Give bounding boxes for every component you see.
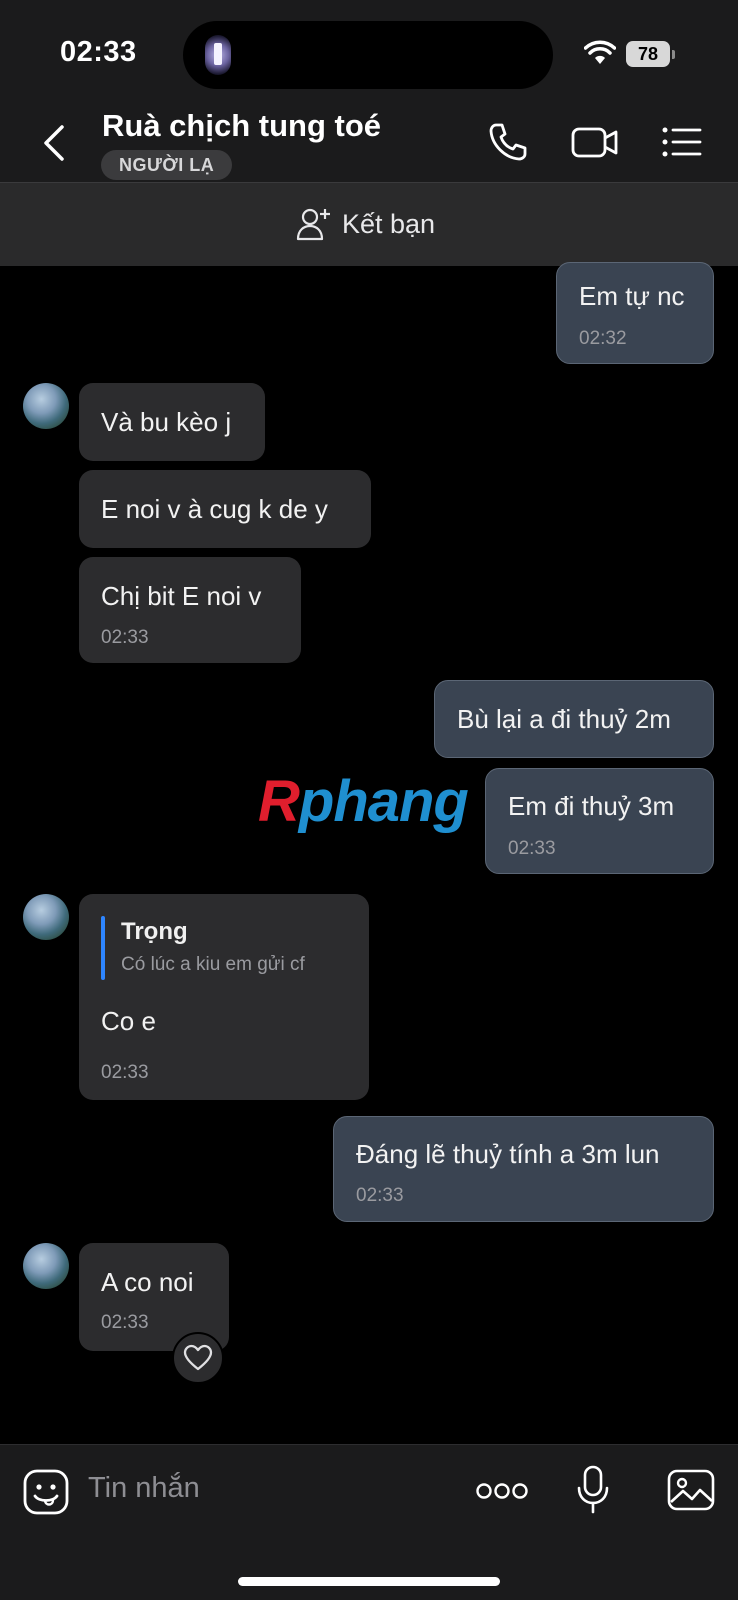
quoted-sender: Trọng (121, 918, 188, 945)
message-bubble[interactable]: Đáng lẽ thuỷ tính a 3m lun 02:33 (333, 1116, 714, 1222)
message-bubble[interactable]: Em tự nc 02:32 (556, 262, 714, 364)
message-text: A co noi (101, 1267, 194, 1297)
battery-indicator: 78 (626, 41, 675, 67)
flashlight-icon (205, 35, 231, 75)
contact-name[interactable]: Ruà chịch tung toé (102, 108, 381, 144)
message-text: Đáng lẽ thuỷ tính a 3m lun (356, 1139, 660, 1169)
message-time: 02:33 (356, 1185, 404, 1206)
message-composer: Tin nhắn (0, 1444, 738, 1600)
home-indicator[interactable] (238, 1577, 500, 1586)
message-text: Co e (101, 1006, 156, 1036)
wifi-icon (584, 40, 616, 64)
dynamic-island (183, 21, 553, 89)
status-time: 02:33 (60, 36, 137, 68)
avatar[interactable] (23, 894, 69, 940)
message-input[interactable]: Tin nhắn (88, 1472, 200, 1505)
phone-icon[interactable] (486, 120, 530, 164)
message-time: 02:33 (508, 838, 556, 859)
sticker-icon[interactable] (23, 1469, 69, 1515)
quoted-text: Có lúc a kiu em gửi cf (121, 954, 305, 975)
microphone-icon[interactable] (576, 1465, 610, 1515)
message-bubble[interactable]: Bù lại a đi thuỷ 2m (434, 680, 714, 758)
add-friend-label: Kết bạn (342, 208, 436, 239)
watermark-logo: Rphang (258, 769, 469, 834)
stranger-badge: NGƯỜI LẠ (101, 150, 233, 180)
message-text: Và bu kèo j (101, 407, 232, 437)
message-bubble[interactable]: Chị bit E noi v 02:33 (79, 557, 301, 663)
message-time: 02:33 (101, 627, 149, 648)
message-time: 02:33 (101, 1062, 149, 1083)
message-text: Bù lại a đi thuỷ 2m (457, 704, 671, 734)
heart-reaction[interactable] (172, 1332, 224, 1384)
top-bar: 02:33 78 Ruà chịch tung toé NGƯỜI LẠ (0, 0, 738, 182)
heart-icon (183, 1344, 213, 1371)
message-bubble[interactable]: E noi v à cug k de y (79, 470, 371, 548)
message-text: E noi v à cug k de y (101, 494, 328, 524)
image-icon[interactable] (667, 1469, 715, 1511)
back-icon[interactable] (40, 122, 70, 164)
menu-list-icon[interactable] (660, 120, 704, 164)
quote-bar (101, 916, 105, 980)
avatar[interactable] (23, 383, 69, 429)
avatar[interactable] (23, 1243, 69, 1289)
message-text: Em đi thuỷ 3m (508, 791, 675, 821)
message-text: Em tự nc (579, 281, 685, 311)
message-bubble[interactable]: Và bu kèo j (79, 383, 265, 461)
reply-message-bubble[interactable]: Trọng Có lúc a kiu em gửi cf Co e 02:33 (79, 894, 369, 1100)
add-friend-bar[interactable]: Kết bạn (0, 182, 738, 266)
video-call-icon[interactable] (570, 120, 620, 164)
message-time: 02:32 (579, 328, 627, 349)
message-time: 02:33 (101, 1312, 149, 1333)
message-text: Chị bit E noi v (101, 581, 262, 611)
more-icon[interactable] (476, 1481, 528, 1501)
add-friend-icon (296, 208, 330, 241)
message-bubble[interactable]: Em đi thuỷ 3m 02:33 (485, 768, 714, 874)
